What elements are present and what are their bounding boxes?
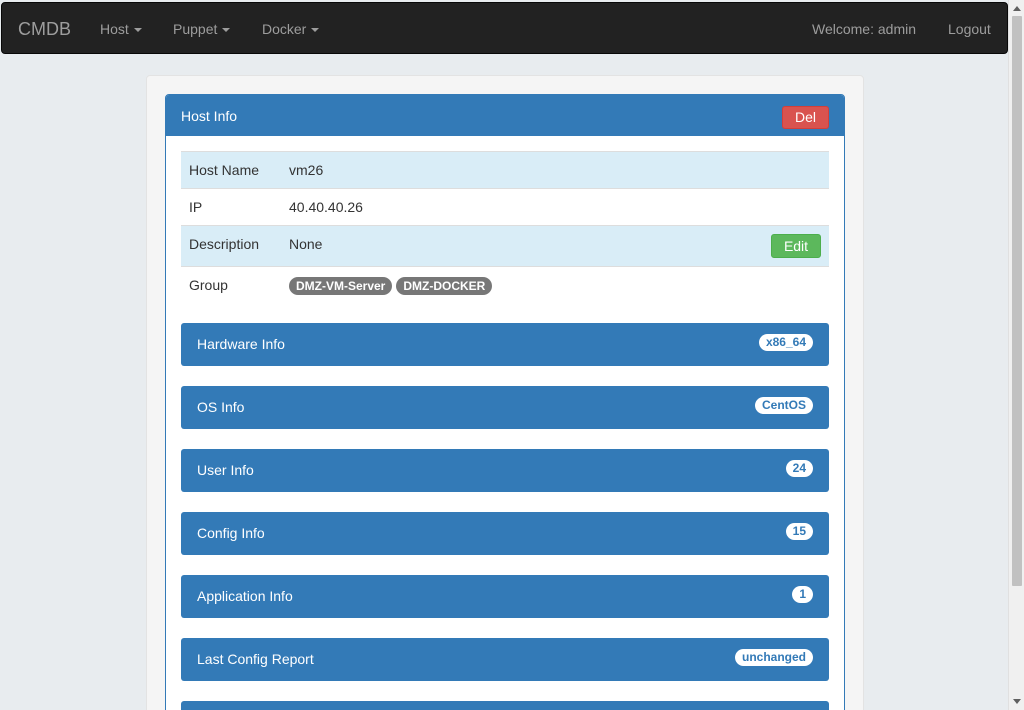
section-title: Hardware Info	[197, 336, 285, 352]
group-badges: DMZ-VM-Server DMZ-DOCKER	[289, 277, 496, 295]
table-row: Group DMZ-VM-Server DMZ-DOCKER	[181, 266, 829, 306]
last-config-report-section[interactable]: Last Config Report unchanged	[181, 638, 829, 681]
description-value: None	[289, 236, 323, 252]
description-label: Description	[189, 236, 260, 252]
edit-button[interactable]: Edit	[771, 234, 821, 258]
hardware-info-section[interactable]: Hardware Info x86_64	[181, 323, 829, 366]
host-info-heading: Host Info Del	[166, 95, 844, 136]
group-label: Group	[189, 277, 228, 293]
top-navbar: CMDB Host Puppet Docker Welcome: admin L…	[1, 2, 1008, 54]
table-row: Description None Edit	[181, 225, 829, 266]
section-badge: 15	[785, 523, 813, 540]
docker-menu-label: Docker	[262, 21, 307, 37]
user-info-section[interactable]: User Info 24	[181, 449, 829, 492]
ip-label: IP	[189, 199, 203, 215]
page-scrollbar[interactable]	[1008, 0, 1024, 710]
scroll-up-icon[interactable]	[1013, 6, 1021, 11]
host-name-value: vm26	[289, 162, 324, 178]
section-title: User Info	[197, 462, 254, 478]
logout-link[interactable]: Logout	[948, 21, 991, 37]
docker-menu[interactable]: Docker	[262, 21, 320, 37]
ip-value: 40.40.40.26	[289, 199, 363, 215]
chevron-down-icon	[222, 28, 231, 33]
section-title: Application Info	[197, 588, 293, 604]
os-info-section[interactable]: OS Info CentOS	[181, 386, 829, 429]
group-badge[interactable]: DMZ-VM-Server	[289, 277, 393, 295]
scroll-down-icon[interactable]	[1013, 699, 1021, 704]
section-badge: unchanged	[734, 649, 813, 666]
section-badge: 1	[792, 586, 813, 603]
section-title: OS Info	[197, 399, 245, 415]
host-menu-label: Host	[100, 21, 129, 37]
puppet-menu-label: Puppet	[173, 21, 218, 37]
host-info-panel: Host Info Del Host Name vm26 IP 40.40.40…	[165, 94, 845, 710]
brand-link[interactable]: CMDB	[18, 19, 71, 40]
host-name-label: Host Name	[189, 162, 260, 178]
section-badge: x86_64	[758, 334, 813, 351]
host-menu[interactable]: Host	[100, 21, 142, 37]
chevron-down-icon	[133, 28, 142, 33]
application-info-section[interactable]: Application Info 1	[181, 575, 829, 618]
section-title: Last Config Report	[197, 651, 314, 667]
scroll-thumb[interactable]	[1012, 16, 1022, 586]
config-info-section[interactable]: Config Info 15	[181, 512, 829, 555]
group-badge[interactable]: DMZ-DOCKER	[396, 277, 493, 295]
table-row: Host Name vm26	[181, 151, 829, 188]
host-info-table: Host Name vm26 IP 40.40.40.26 Descriptio…	[181, 151, 829, 306]
delete-button[interactable]: Del	[782, 106, 829, 129]
section-badge: CentOS	[754, 397, 813, 414]
chevron-down-icon	[311, 28, 320, 33]
welcome-text: Welcome: admin	[812, 21, 917, 37]
table-row: IP 40.40.40.26	[181, 188, 829, 225]
puppet-menu[interactable]: Puppet	[173, 21, 231, 37]
next-section[interactable]	[181, 701, 829, 710]
section-title: Config Info	[197, 525, 265, 541]
section-badge: 24	[785, 460, 813, 477]
panel-title: Host Info	[181, 108, 238, 124]
